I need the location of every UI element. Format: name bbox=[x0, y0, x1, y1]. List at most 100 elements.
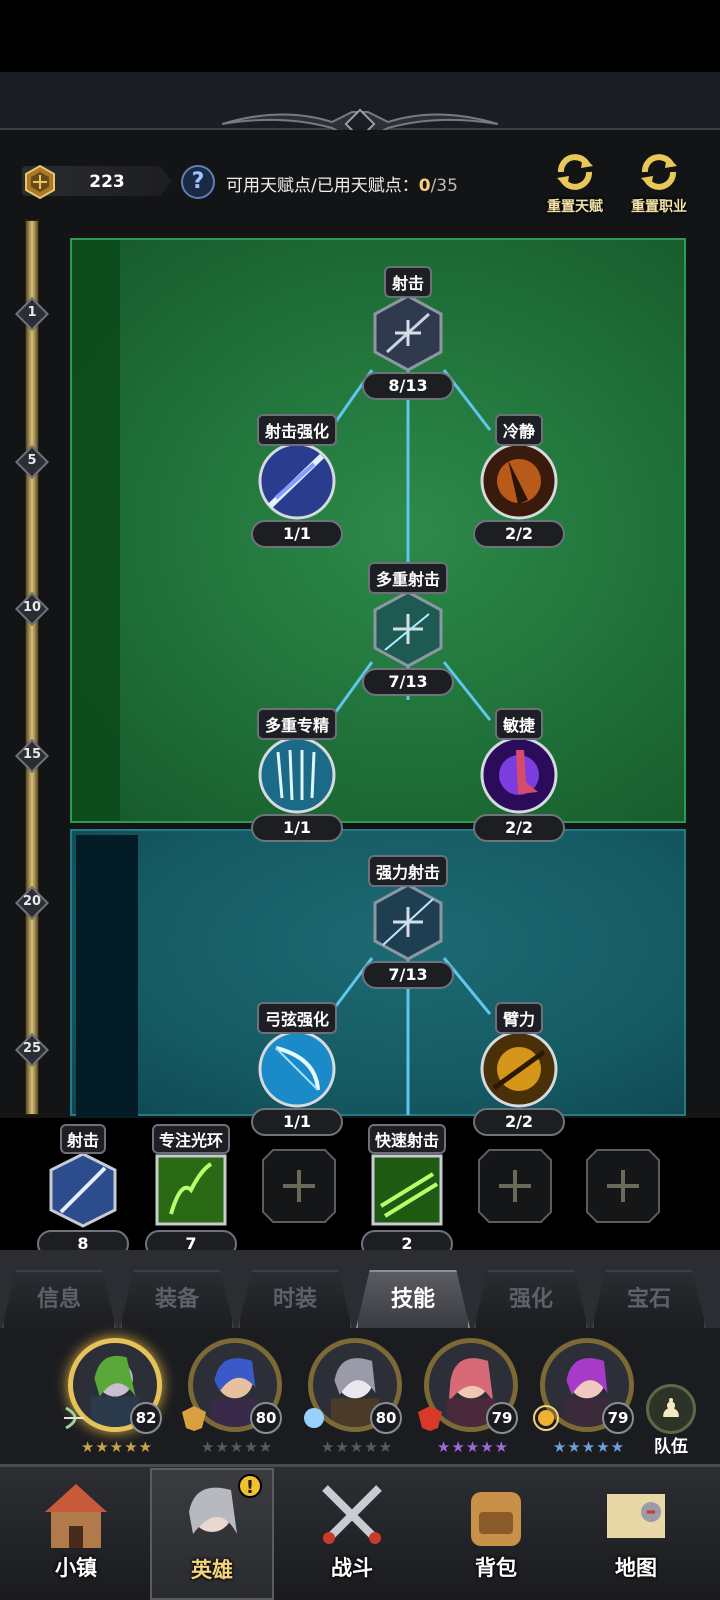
hero-stars: ★★★★★ bbox=[436, 1438, 510, 1456]
reset-talent-label: 重置天赋 bbox=[547, 199, 603, 215]
hero-portrait-4[interactable]: 79 ★★★★★ bbox=[412, 1338, 530, 1464]
arrow-burst-icon bbox=[258, 442, 336, 520]
hero-stars: ★★★★★ bbox=[200, 1438, 274, 1456]
tab-costume[interactable]: 时装 bbox=[238, 1270, 352, 1328]
rail-marker: 15 bbox=[15, 739, 49, 773]
skill-count: 8/13 bbox=[362, 372, 454, 400]
top-bar bbox=[0, 0, 720, 72]
empty-slot-icon bbox=[586, 1149, 660, 1223]
talent-points-label: 可用天赋点/已用天赋点：0/35 bbox=[226, 171, 458, 196]
bow-icon bbox=[258, 1030, 336, 1108]
skill-count: 7/13 bbox=[362, 961, 454, 989]
skill-node-multi-mastery[interactable]: 多重专精 1/1 bbox=[242, 708, 352, 842]
empty-slot-icon bbox=[262, 1149, 336, 1223]
equipped-slot-5-empty[interactable] bbox=[468, 1124, 562, 1230]
hero-portrait-1[interactable]: 82 ★★★★★ bbox=[56, 1338, 174, 1464]
skill-node-bowstring[interactable]: 弓弦强化 1/1 bbox=[242, 1002, 352, 1136]
skill-name: 敏捷 bbox=[494, 708, 543, 740]
skill-count: 7/13 bbox=[362, 668, 454, 696]
skill-name: 射击 bbox=[383, 266, 432, 298]
reset-class-label: 重置职业 bbox=[631, 199, 687, 215]
multi-arrow-icon bbox=[373, 590, 443, 668]
hero-level: 80 bbox=[370, 1402, 402, 1434]
nav-label: 小镇 bbox=[55, 1556, 97, 1580]
rail-marker: 5 bbox=[15, 445, 49, 479]
hero-portrait-5[interactable]: 79 ★★★★★ bbox=[528, 1338, 646, 1464]
tab-label: 信息 bbox=[36, 1287, 81, 1312]
talent-total: /35 bbox=[430, 176, 458, 196]
nav-label: 背包 bbox=[475, 1556, 517, 1580]
skill-node-calm[interactable]: 冷静 2/2 bbox=[464, 414, 574, 548]
nav-heroes[interactable]: 英雄 ! bbox=[150, 1468, 274, 1600]
reset-class-button[interactable]: 重置职业 bbox=[622, 150, 696, 218]
rail-marker: 1 bbox=[15, 297, 49, 331]
boot-icon bbox=[480, 736, 558, 814]
skill-name: 多重射击 bbox=[367, 562, 448, 594]
skill-node-power-shot[interactable]: 强力射击 7/13 bbox=[353, 855, 463, 989]
tab-label: 技能 bbox=[390, 1287, 435, 1312]
equipped-slot-6-empty[interactable] bbox=[576, 1124, 670, 1230]
skill-node-multishot[interactable]: 多重射击 7/13 bbox=[353, 562, 463, 696]
nav-label: 地图 bbox=[615, 1556, 657, 1580]
hero-level: 79 bbox=[602, 1402, 634, 1434]
skill-count: 2/2 bbox=[473, 1108, 565, 1136]
orb-class-icon bbox=[304, 1408, 324, 1428]
map-scroll-icon bbox=[607, 1494, 665, 1538]
tab-info[interactable]: 信息 bbox=[2, 1270, 116, 1328]
help-icon[interactable]: ? bbox=[181, 165, 215, 199]
bow-class-icon bbox=[64, 1406, 84, 1430]
skill-node-agility[interactable]: 敏捷 2/2 bbox=[464, 708, 574, 842]
equipped-slot-1[interactable]: 射击 8 bbox=[36, 1124, 130, 1258]
empty-slot-icon bbox=[478, 1149, 552, 1223]
town-icon bbox=[45, 1484, 107, 1548]
rail-marker: 25 bbox=[15, 1033, 49, 1067]
nav-backpack[interactable]: 背包 bbox=[434, 1468, 558, 1600]
alert-badge-icon: ! bbox=[238, 1474, 262, 1498]
team-button[interactable]: ♟ 队伍 bbox=[640, 1384, 702, 1458]
level-rail bbox=[25, 220, 39, 1115]
skill-count: 1/1 bbox=[251, 520, 343, 548]
tab-skills[interactable]: 技能 bbox=[356, 1270, 470, 1328]
equipped-slot-4[interactable]: 快速射击 2 bbox=[360, 1124, 454, 1258]
rail-marker: 10 bbox=[15, 592, 49, 626]
hero-portrait-3[interactable]: 80 ★★★★★ bbox=[296, 1338, 414, 1464]
nav-town[interactable]: 小镇 bbox=[14, 1468, 138, 1600]
skill-name: 射击 bbox=[59, 1124, 106, 1154]
skill-count: 2/2 bbox=[473, 814, 565, 842]
talent-label-text: 可用天赋点/已用天赋点： bbox=[226, 176, 419, 196]
focus-aura-icon bbox=[155, 1154, 227, 1226]
skill-node-arm-strength[interactable]: 臂力 2/2 bbox=[464, 1002, 574, 1136]
skill-name: 冷静 bbox=[494, 414, 543, 446]
tab-label: 强化 bbox=[508, 1287, 553, 1312]
fist-arrow-icon bbox=[480, 1030, 558, 1108]
crossed-swords-icon bbox=[322, 1485, 382, 1544]
hero-level: 82 bbox=[130, 1402, 162, 1434]
arrow-shot-icon bbox=[49, 1152, 117, 1228]
equipped-slot-3-empty[interactable] bbox=[252, 1124, 346, 1230]
hero-stars: ★★★★★ bbox=[320, 1438, 394, 1456]
arrow-shot-icon bbox=[373, 294, 443, 372]
tab-gems[interactable]: 宝石 bbox=[592, 1270, 706, 1328]
backpack-icon bbox=[471, 1492, 521, 1546]
skill-node-shoot-enhance[interactable]: 射击强化 1/1 bbox=[242, 414, 352, 548]
tab-equipment[interactable]: 装备 bbox=[120, 1270, 234, 1328]
rapid-shot-icon bbox=[371, 1154, 443, 1226]
skill-name: 弓弦强化 bbox=[256, 1002, 337, 1034]
nav-label: 英雄 bbox=[191, 1558, 233, 1582]
sun-class-icon bbox=[533, 1405, 559, 1431]
power-arrow-icon bbox=[373, 883, 443, 961]
shield-class-icon bbox=[182, 1406, 206, 1431]
nav-map[interactable]: 地图 bbox=[574, 1468, 698, 1600]
reset-talent-button[interactable]: 重置天赋 bbox=[538, 150, 612, 218]
chess-pieces-icon: ♟ bbox=[646, 1384, 696, 1434]
tab-label: 装备 bbox=[154, 1287, 199, 1312]
skill-node-shoot[interactable]: 射击 8/13 bbox=[353, 266, 463, 400]
tab-label: 宝石 bbox=[626, 1287, 671, 1312]
hero-stars: ★★★★★ bbox=[80, 1438, 154, 1456]
equipped-slot-2[interactable]: 专注光环 7 bbox=[144, 1124, 238, 1258]
skill-name: 臂力 bbox=[494, 1002, 543, 1034]
skill-count: 2/2 bbox=[473, 520, 565, 548]
hero-portrait-2[interactable]: 80 ★★★★★ bbox=[176, 1338, 294, 1464]
tab-enhance[interactable]: 强化 bbox=[474, 1270, 588, 1328]
nav-battle[interactable]: 战斗 bbox=[290, 1468, 414, 1600]
